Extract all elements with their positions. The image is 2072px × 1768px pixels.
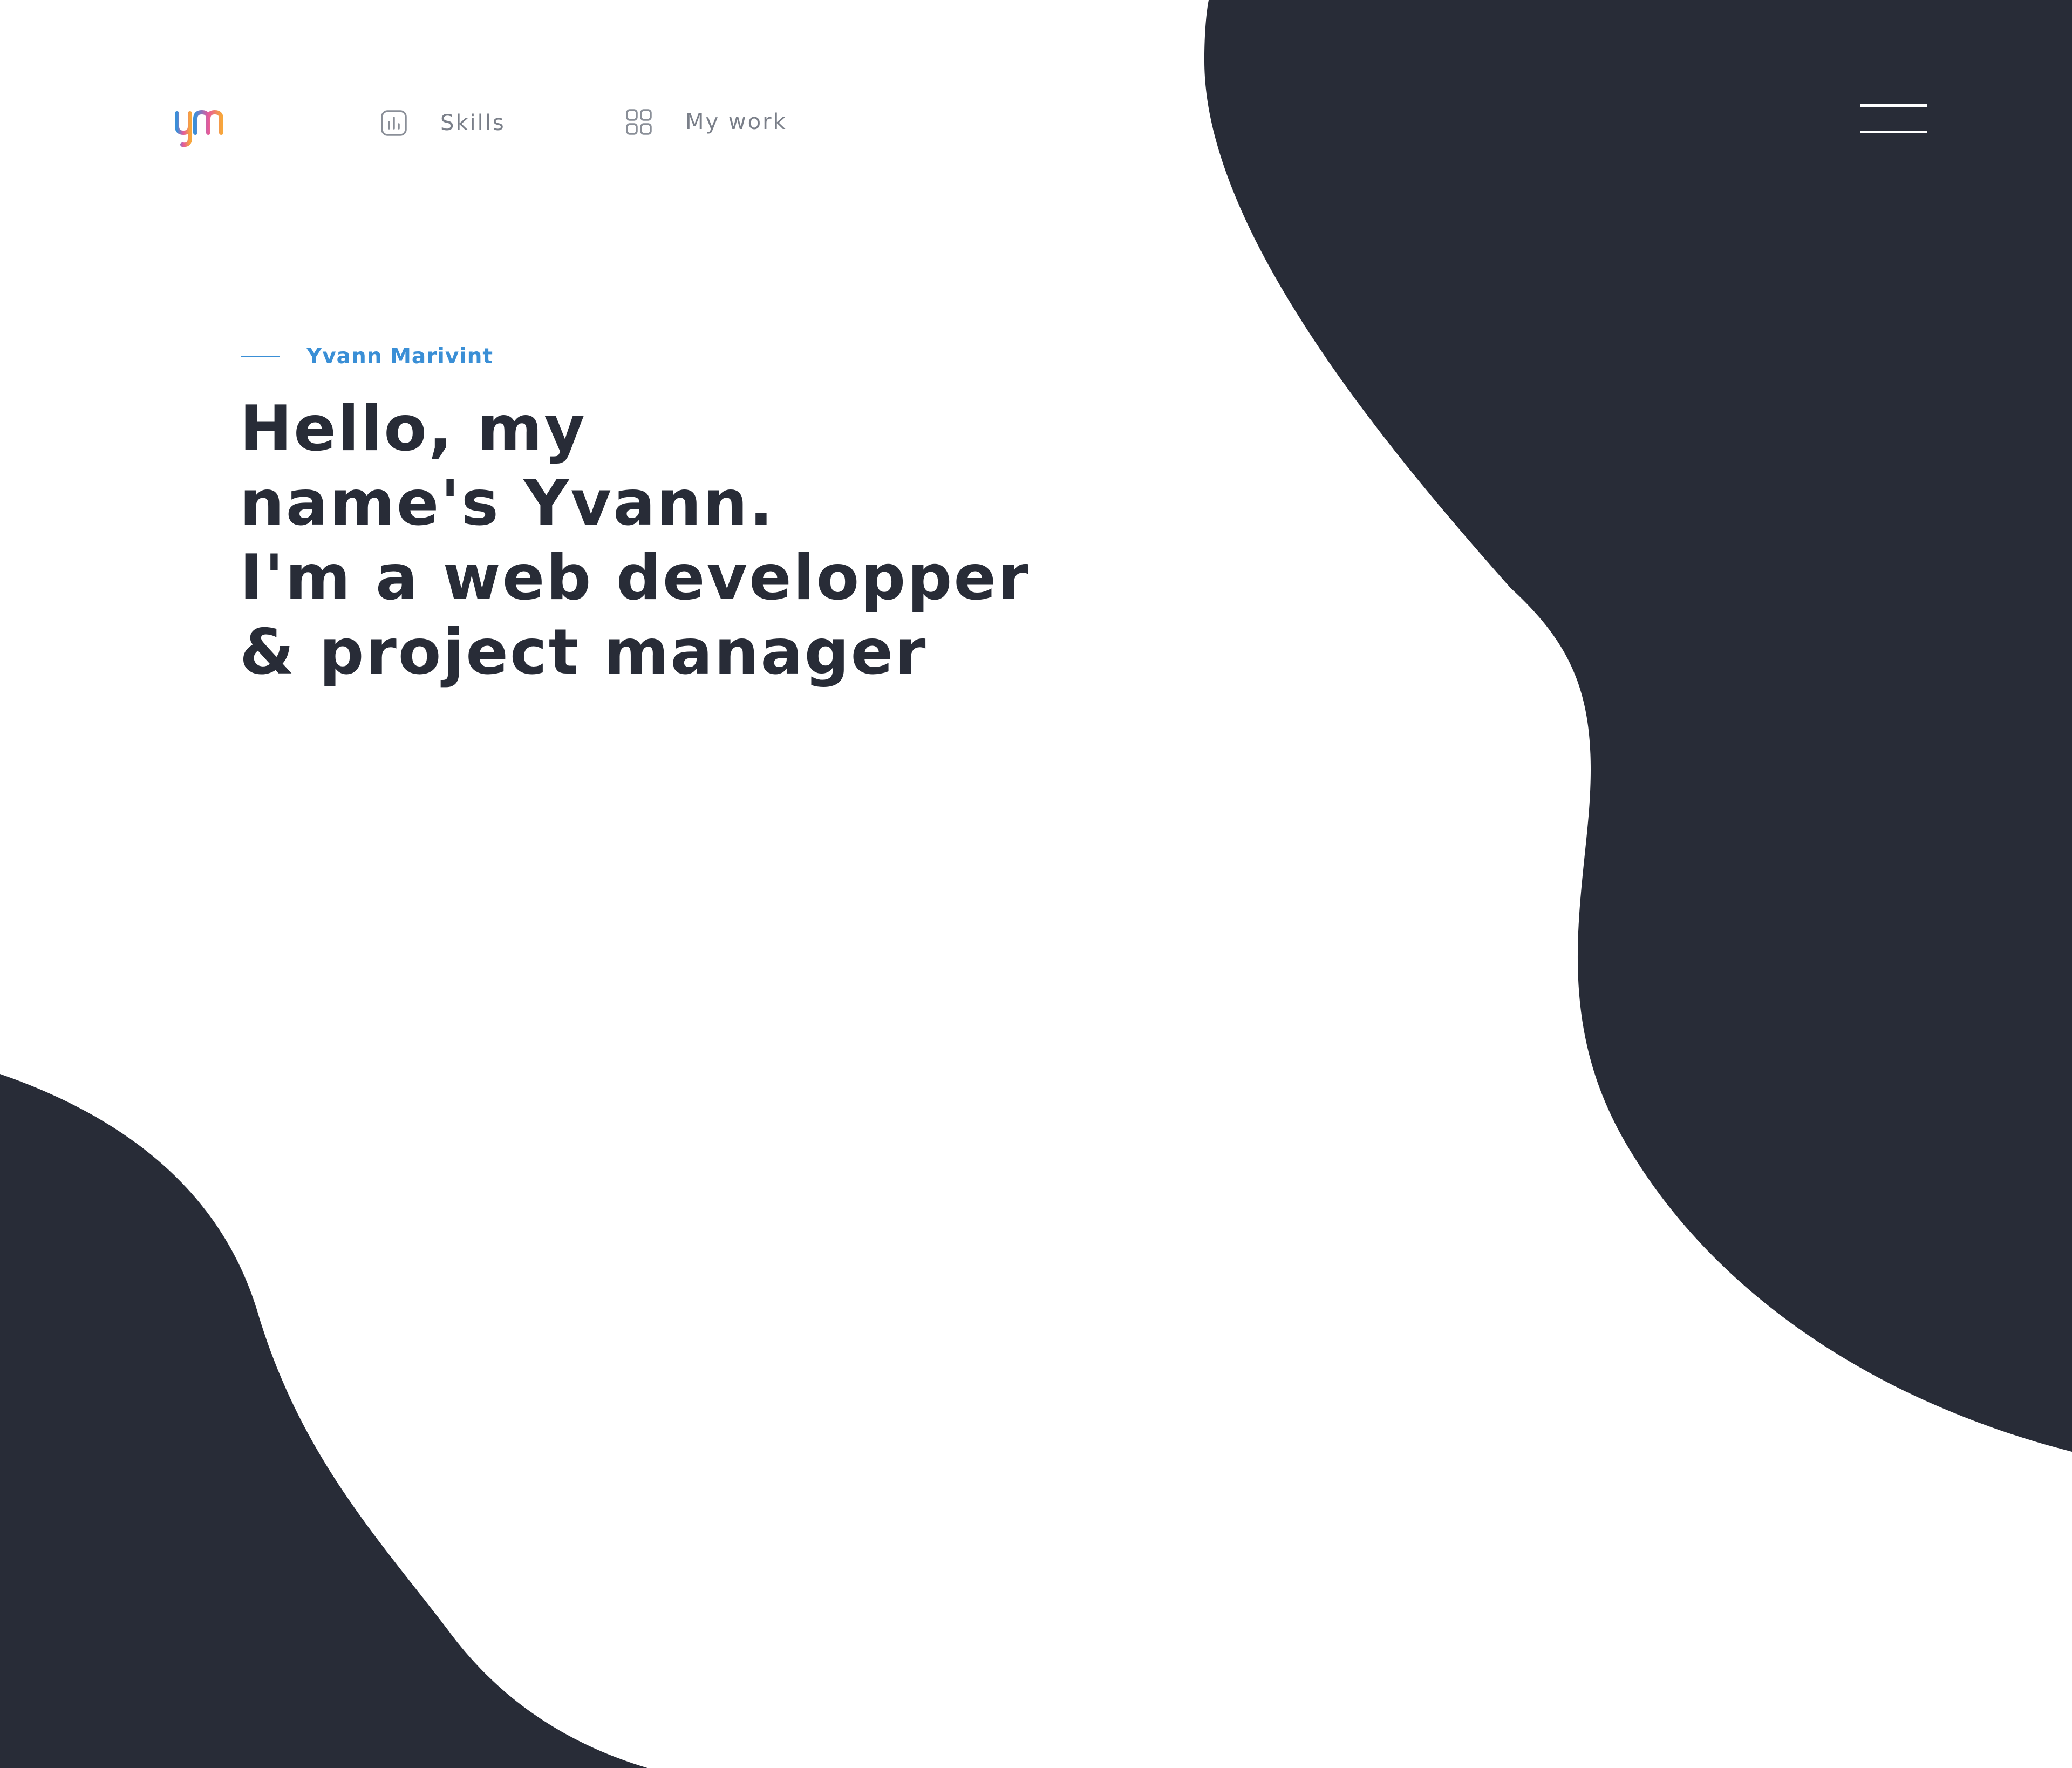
eyebrow-divider	[241, 355, 280, 357]
grid-icon	[625, 108, 653, 136]
nav-my-work-label: My work	[685, 110, 787, 134]
hero-eyebrow: Yvann Marivint	[241, 340, 493, 372]
headline-line-2: name's Yvann.	[240, 467, 775, 540]
hamburger-icon	[1860, 104, 1927, 107]
nav-my-work[interactable]: My work	[625, 106, 787, 138]
bottom-left-blob	[0, 1074, 648, 1768]
hamburger-icon-line	[1860, 131, 1927, 133]
logo-mark-icon	[175, 110, 223, 147]
top-right-blob	[1204, 0, 2072, 1452]
headline-line-1: Hello, my	[240, 392, 587, 465]
headline-line-3: I'm a web developper	[240, 541, 1031, 614]
bar-chart-icon	[380, 109, 408, 137]
headline-line-4: & project manager	[240, 616, 928, 689]
background-blobs	[0, 0, 2072, 1768]
logo[interactable]	[173, 103, 227, 151]
nav-skills[interactable]: Skills	[380, 107, 506, 139]
hero-name: Yvann Marivint	[306, 344, 494, 369]
hero-headline: Hello, my name's Yvann. I'm a web develo…	[240, 392, 1030, 690]
hamburger-menu-button[interactable]	[1860, 101, 1927, 136]
nav-skills-label: Skills	[440, 111, 506, 135]
